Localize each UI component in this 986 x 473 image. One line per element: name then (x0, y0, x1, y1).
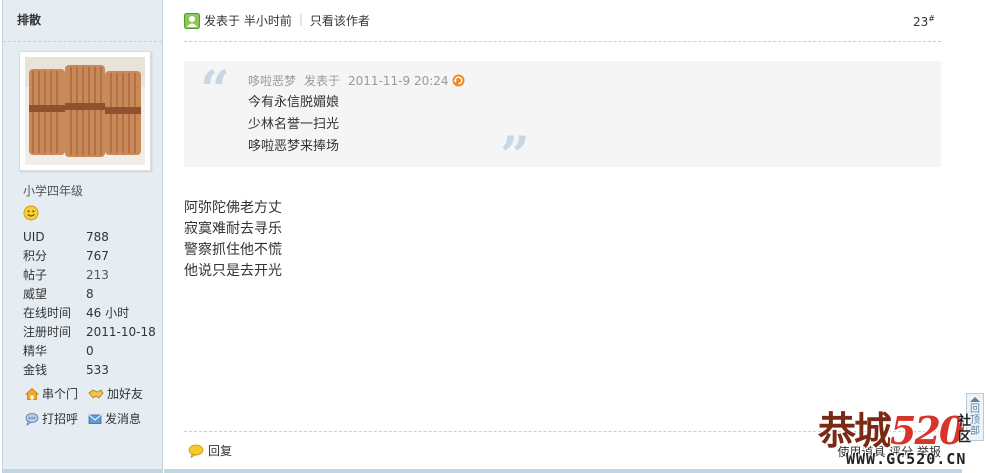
visit-label: 串个门 (42, 387, 79, 401)
online-status-icon (184, 13, 200, 29)
quote-line: 少林名誉一扫光 (248, 117, 340, 132)
stat-label: 积分 (23, 249, 48, 263)
smiley-icon (23, 205, 39, 221)
stat-label: 威望 (23, 287, 48, 301)
quote-meta: 哆啦恶梦 发表于 2011-11-9 20:24 (248, 72, 465, 89)
stat-value: 2011-10-18 (86, 325, 156, 339)
user-group[interactable]: 小学四年级 (23, 182, 83, 199)
quote-block: “ ” 哆啦恶梦 发表于 2011-11-9 20:24 今有永信脱媚娘 少林名… (184, 60, 941, 183)
quote-author: 哆啦恶梦 (248, 74, 297, 88)
chat-bubble-icon (25, 412, 39, 426)
poke-label: 打招呼 (42, 412, 79, 426)
visit-button[interactable]: 串个门 (25, 385, 88, 402)
stat-label: 金钱 (23, 363, 48, 377)
add-friend-button[interactable]: 加好友 (88, 385, 165, 402)
post-time: 发表于 半小时前 (204, 12, 292, 29)
body-line: 警察抓住他不慌 (184, 242, 282, 258)
posted-time: 半小时前 (243, 14, 292, 28)
stat-prestige: 威望 8 (23, 285, 163, 304)
stat-value[interactable]: 788 (86, 228, 109, 247)
stat-value: 0 (86, 344, 94, 358)
avatar-frame[interactable] (19, 51, 151, 171)
stat-label: 帖子 (23, 268, 48, 282)
author-stats: UID 788 积分 767 帖子 213 威望 8 在线时间 46 小时 注册… (23, 228, 163, 380)
post-main: 发表于 半小时前 | 只看该作者 23# “ ” 哆啦恶梦 发表于 2011-1… (164, 0, 962, 473)
body-line: 寂寞难耐去寻乐 (184, 221, 282, 237)
post-footer: 回复 使用道具 评分 举报 (184, 431, 941, 471)
stat-value[interactable]: 213 (86, 266, 109, 285)
floor-number[interactable]: 23# (913, 14, 935, 29)
body-line: 阿弥陀佛老方丈 (184, 200, 282, 216)
stat-label: UID (23, 230, 45, 244)
divider (3, 469, 163, 473)
stat-money: 金钱 533 (23, 361, 163, 380)
separator: | (298, 12, 303, 26)
quote-posted-label: 发表于 (304, 74, 341, 88)
reply-button[interactable]: 回复 (188, 442, 232, 459)
author-panel: 排散 小学四年级 UID 788 积分 767 帖子 213 威望 8 在线时间… (2, 0, 163, 473)
avatar[interactable] (25, 57, 145, 165)
quote-open-mark: “ (200, 60, 230, 121)
back-to-top-button[interactable]: 回顶部 (966, 393, 984, 441)
post-header: 发表于 半小时前 | 只看该作者 23# (184, 12, 941, 42)
floor-suffix: # (928, 14, 935, 23)
stat-label: 注册时间 (23, 325, 72, 339)
stat-uid: UID 788 (23, 228, 163, 247)
reply-label: 回复 (208, 444, 233, 458)
jump-to-post-icon[interactable] (452, 74, 465, 87)
back-to-top-label: 回顶部 (970, 404, 980, 437)
floor-value: 23 (913, 15, 929, 29)
stat-posts: 帖子 213 (23, 266, 163, 285)
message-label: 发消息 (105, 412, 142, 426)
reply-icon (188, 444, 204, 458)
handshake-icon (88, 388, 104, 399)
envelope-icon (88, 414, 102, 424)
stat-register-date: 注册时间 2011-10-18 (23, 323, 163, 342)
post-body: 阿弥陀佛老方丈 寂寞难耐去寻乐 警察抓住他不慌 他说只是去开光 (184, 198, 282, 282)
message-button[interactable]: 发消息 (88, 410, 165, 427)
post-tools[interactable]: 使用道具 评分 举报 (837, 443, 941, 460)
author-name[interactable]: 排散 (3, 0, 162, 42)
quote-date: 2011-11-9 20:24 (348, 73, 449, 88)
quote-line: 今有永信脱媚娘 (248, 95, 340, 110)
stat-label: 在线时间 (23, 306, 72, 320)
arrow-up-icon (970, 397, 980, 402)
stat-points: 积分 767 (23, 247, 163, 266)
stat-value: 46 小时 (86, 306, 130, 320)
stat-digest: 精华 0 (23, 342, 163, 361)
body-line: 他说只是去开光 (184, 263, 282, 279)
stat-value: 767 (86, 249, 109, 263)
divider (164, 469, 962, 473)
stat-label: 精华 (23, 344, 48, 358)
author-actions: 串个门 加好友 打招呼 发消息 (25, 385, 165, 427)
posted-label: 发表于 (204, 14, 241, 28)
quote-close-mark: ” (500, 126, 530, 187)
add-friend-label: 加好友 (107, 387, 144, 401)
stat-online-time: 在线时间 46 小时 (23, 304, 163, 323)
quote-text: 今有永信脱媚娘 少林名誉一扫光 哆啦恶梦来捧场 (248, 92, 339, 158)
only-author-link[interactable]: 只看该作者 (310, 12, 370, 29)
poke-button[interactable]: 打招呼 (25, 410, 88, 427)
home-icon (25, 387, 39, 400)
stat-value: 533 (86, 363, 109, 377)
quote-line: 哆啦恶梦来捧场 (248, 139, 340, 154)
stat-value: 8 (86, 287, 94, 301)
